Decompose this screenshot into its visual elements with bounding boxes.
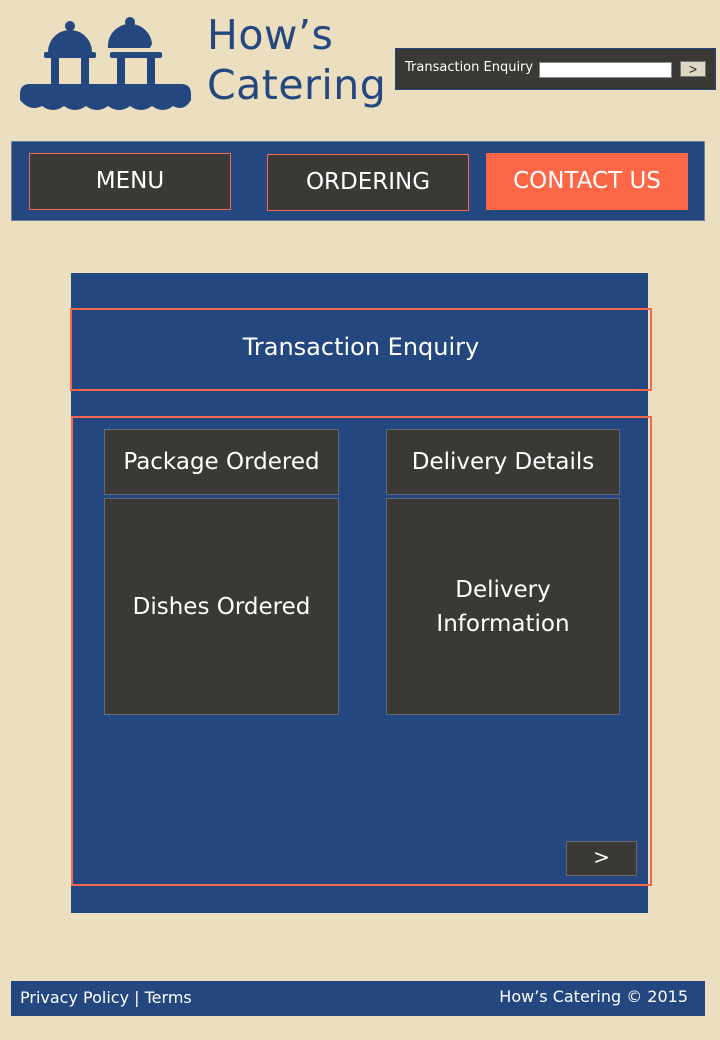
search-go-button[interactable]: >	[680, 61, 706, 77]
package-ordered-tile[interactable]: Package Ordered	[104, 429, 339, 495]
brand-line-2: Catering	[207, 61, 387, 109]
search-label: Transaction Enquiry	[405, 60, 534, 75]
dishes-ordered-tile[interactable]: Dishes Ordered	[104, 498, 339, 715]
package-ordered-label: Package Ordered	[123, 449, 320, 475]
delivery-details-tile[interactable]: Delivery Details	[386, 429, 620, 495]
transaction-panel: Transaction Enquiry Package Ordered Deli…	[70, 273, 652, 913]
nav-contact-button[interactable]: CONTACT US	[486, 153, 688, 210]
transaction-search-input[interactable]	[539, 62, 672, 78]
brand-name: How’s Catering	[207, 10, 386, 110]
delivery-information-label: Delivery Information	[436, 576, 570, 637]
brand-line-1: How’s	[207, 11, 334, 59]
delivery-details-label: Delivery Details	[411, 449, 595, 475]
copyright-text: How’s Catering © 2015	[499, 987, 688, 1006]
transaction-search-bar: Transaction Enquiry >	[395, 48, 716, 90]
terms-link[interactable]: Terms	[145, 988, 192, 1007]
footer-separator: |	[134, 988, 140, 1007]
delivery-information-tile[interactable]: Delivery Information	[386, 498, 620, 715]
nav-ordering-button[interactable]: ORDERING	[267, 154, 469, 211]
nav-menu-button[interactable]: MENU	[29, 153, 231, 210]
transaction-content: Package Ordered Delivery Details Dishes …	[71, 416, 652, 886]
catering-logo-icon	[20, 17, 191, 110]
footer-links: Privacy Policy | Terms	[20, 988, 192, 1007]
footer: Privacy Policy | Terms How’s Catering © …	[11, 981, 705, 1016]
dishes-ordered-label: Dishes Ordered	[132, 593, 311, 620]
page-title: Transaction Enquiry	[70, 308, 652, 391]
privacy-policy-link[interactable]: Privacy Policy	[20, 988, 129, 1007]
main-nav: MENU ORDERING CONTACT US	[11, 141, 705, 221]
next-button[interactable]: >	[566, 841, 637, 876]
